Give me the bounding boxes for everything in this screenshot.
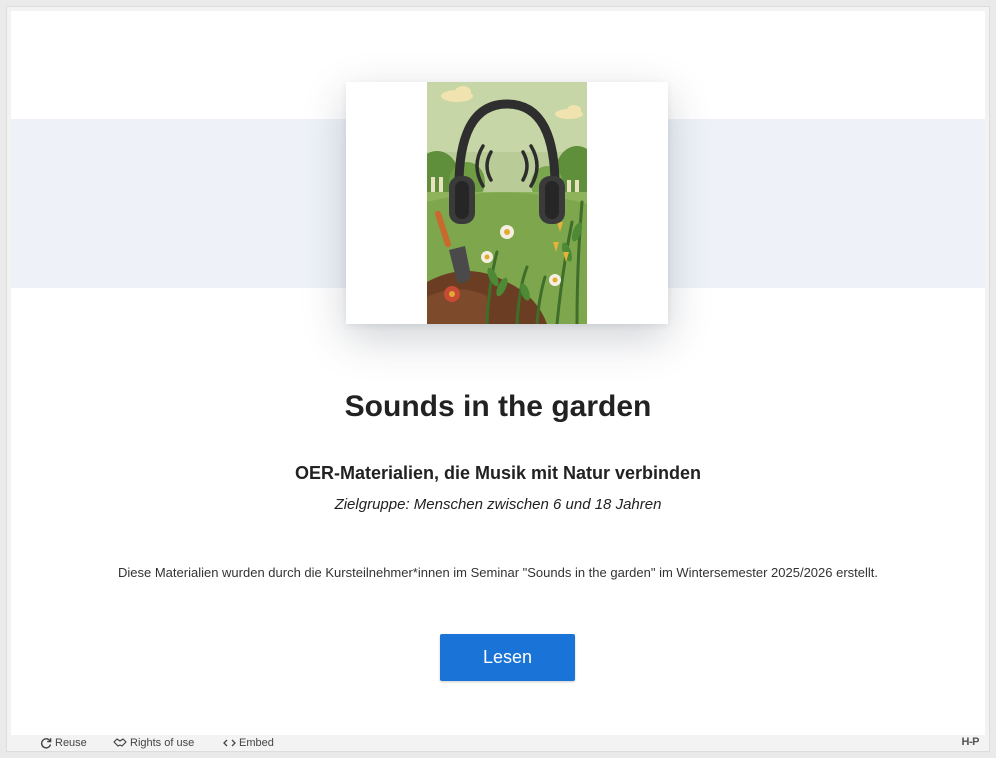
rights-of-use-label: Rights of use	[130, 737, 195, 749]
description-text: Diese Materialien wurden durch die Kurst…	[118, 565, 878, 580]
embed-button[interactable]: Embed	[223, 735, 274, 751]
rights-of-use-icon	[113, 738, 127, 747]
cover-image-card	[346, 82, 668, 324]
embed-icon	[223, 739, 236, 747]
rights-of-use-button[interactable]: Rights of use	[113, 735, 194, 751]
target-audience: Zielgruppe: Menschen zwischen 6 und 18 J…	[334, 496, 662, 513]
reuse-label: Reuse	[55, 737, 87, 749]
read-button[interactable]: Lesen	[440, 634, 575, 681]
embed-label: Embed	[239, 737, 274, 749]
cover-illustration	[427, 82, 587, 324]
h5p-frame: Sounds in the garden OER-Materialien, di…	[6, 6, 990, 752]
h5p-logo[interactable]: H-P	[962, 736, 980, 748]
reuse-button[interactable]: Reuse	[40, 735, 87, 751]
page-subtitle: OER-Materialien, die Musik mit Natur ver…	[294, 463, 702, 483]
page-title: Sounds in the garden	[344, 390, 652, 423]
reuse-icon	[40, 738, 52, 749]
book-cover-page: Sounds in the garden OER-Materialien, di…	[11, 11, 985, 735]
h5p-actions-bar: Reuse Rights of use Embed H-P	[7, 735, 989, 751]
